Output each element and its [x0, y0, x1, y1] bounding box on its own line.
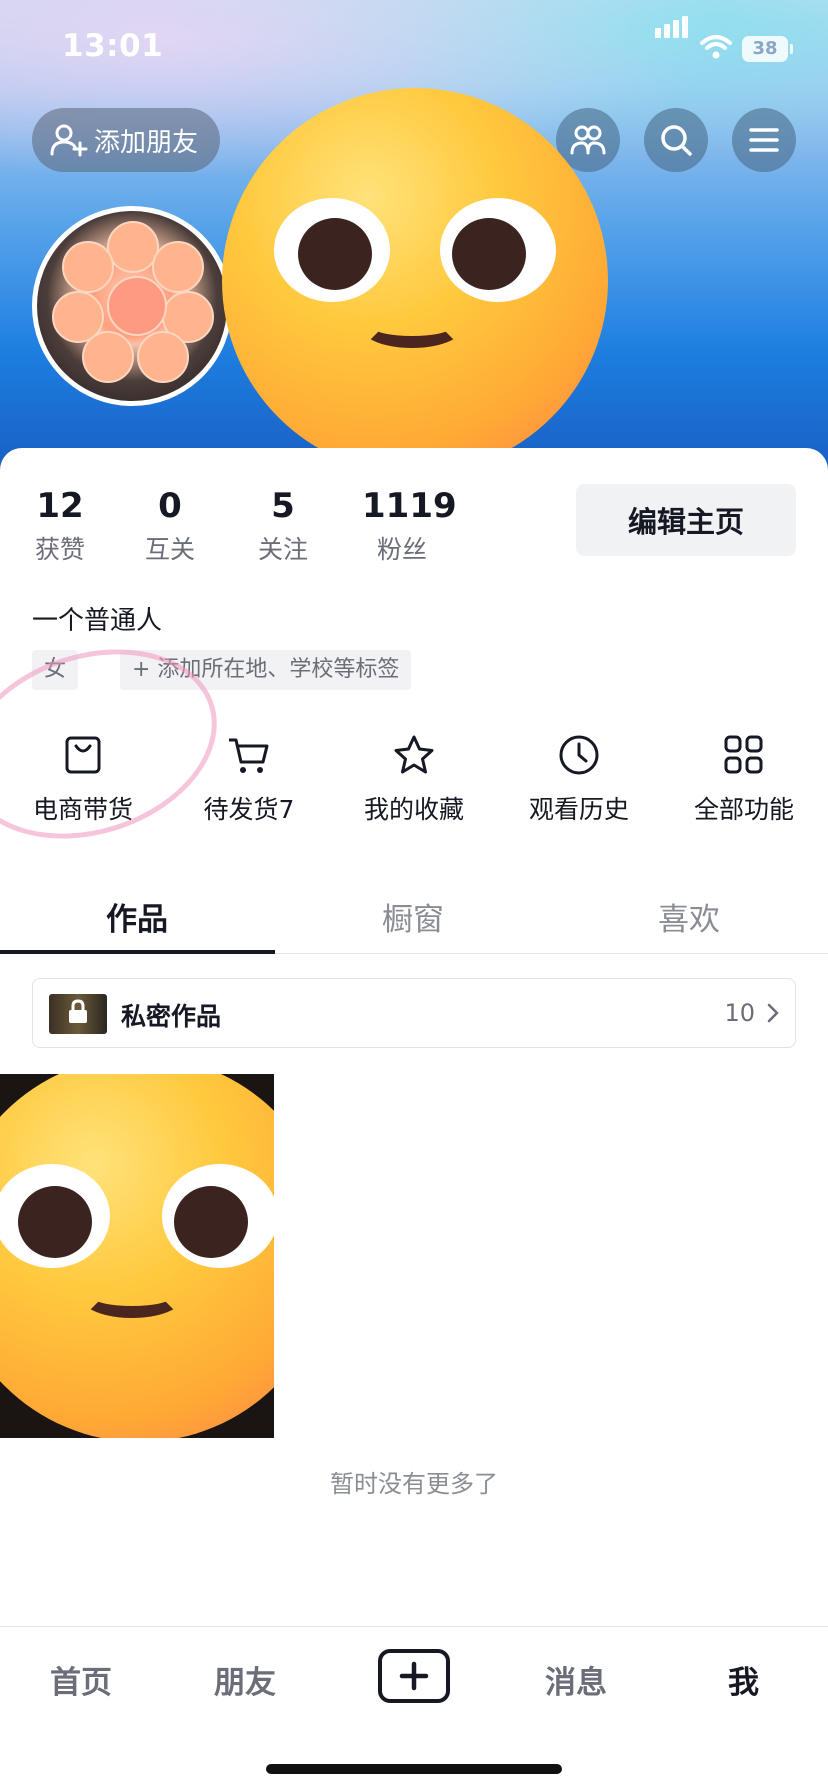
battery-icon: 38 [742, 36, 793, 62]
bio-text: 一个普通人 [32, 606, 163, 636]
feature-label: 全部功能 [693, 795, 794, 824]
cart-icon [229, 738, 269, 773]
search-button[interactable] [644, 108, 708, 172]
feature-label: 电商带货 [32, 795, 133, 824]
nav-me[interactable]: 我 [728, 1657, 759, 1702]
add-user-icon [50, 124, 88, 157]
create-button[interactable] [378, 1649, 450, 1703]
feature-favorites[interactable]: 我的收藏 [349, 730, 479, 826]
feature-history[interactable]: 观看历史 [514, 730, 644, 826]
tab-works[interactable]: 作品 [106, 894, 168, 939]
stat-following[interactable]: 5 关注 [253, 486, 313, 566]
stat-value: 1119 [362, 486, 457, 526]
stat-label: 关注 [257, 535, 308, 564]
feature-to-ship[interactable]: 待发货7 [184, 730, 314, 826]
stat-value: 5 [271, 486, 295, 526]
private-works-label: 私密作品 [121, 1002, 222, 1031]
tab-likes[interactable]: 喜欢 [658, 894, 720, 939]
star-icon [394, 735, 434, 774]
stat-value: 0 [158, 486, 182, 526]
avatar[interactable] [32, 206, 232, 406]
stat-label: 获赞 [34, 535, 85, 564]
menu-icon [749, 128, 779, 152]
edit-profile-button[interactable]: 编辑主页 [576, 484, 796, 556]
clock-icon [559, 735, 599, 775]
emoji-sticker [222, 88, 608, 474]
nav-messages[interactable]: 消息 [545, 1657, 607, 1702]
feature-ecommerce[interactable]: 电商带货 [18, 730, 148, 826]
private-works-count: 10 [724, 999, 755, 1027]
feature-all[interactable]: 全部功能 [679, 730, 809, 826]
stat-label: 粉丝 [376, 535, 427, 564]
content-tabs: 作品 橱窗 喜欢 [0, 880, 828, 954]
add-friend-label: 添加朋友 [94, 127, 199, 158]
add-friend-button[interactable]: 添加朋友 [32, 108, 220, 172]
bag-icon [65, 736, 101, 774]
home-indicator [266, 1764, 562, 1774]
feature-label: 观看历史 [528, 795, 629, 824]
status-bar: 13:01 38 [0, 0, 828, 100]
video-thumbnail[interactable] [0, 1074, 274, 1438]
search-icon [661, 125, 692, 156]
friends-icon [570, 125, 606, 155]
private-works-row[interactable]: 私密作品 10 [32, 978, 796, 1048]
stat-label: 互关 [144, 535, 195, 564]
menu-button[interactable] [732, 108, 796, 172]
status-time: 13:01 [62, 28, 164, 64]
stat-mutual[interactable]: 0 互关 [140, 486, 200, 566]
feature-label: 待发货7 [203, 795, 295, 824]
stat-value: 12 [36, 486, 84, 526]
wifi-icon [700, 35, 732, 59]
emoji-sticker [0, 1074, 274, 1438]
nav-friends[interactable]: 朋友 [214, 1657, 276, 1702]
chevron-right-icon [767, 1003, 779, 1023]
stat-followers[interactable]: 1119 粉丝 [362, 486, 457, 566]
tab-showcase[interactable]: 橱窗 [382, 894, 444, 939]
feature-label: 我的收藏 [363, 795, 464, 824]
active-tab-indicator [0, 950, 275, 954]
nav-home[interactable]: 首页 [50, 1657, 112, 1702]
plus-icon [399, 1661, 429, 1691]
no-more-content-text: 暂时没有更多了 [330, 1470, 498, 1498]
stat-likes[interactable]: 12 获赞 [30, 486, 90, 566]
lock-icon [69, 999, 87, 1023]
grid-icon [724, 735, 763, 774]
